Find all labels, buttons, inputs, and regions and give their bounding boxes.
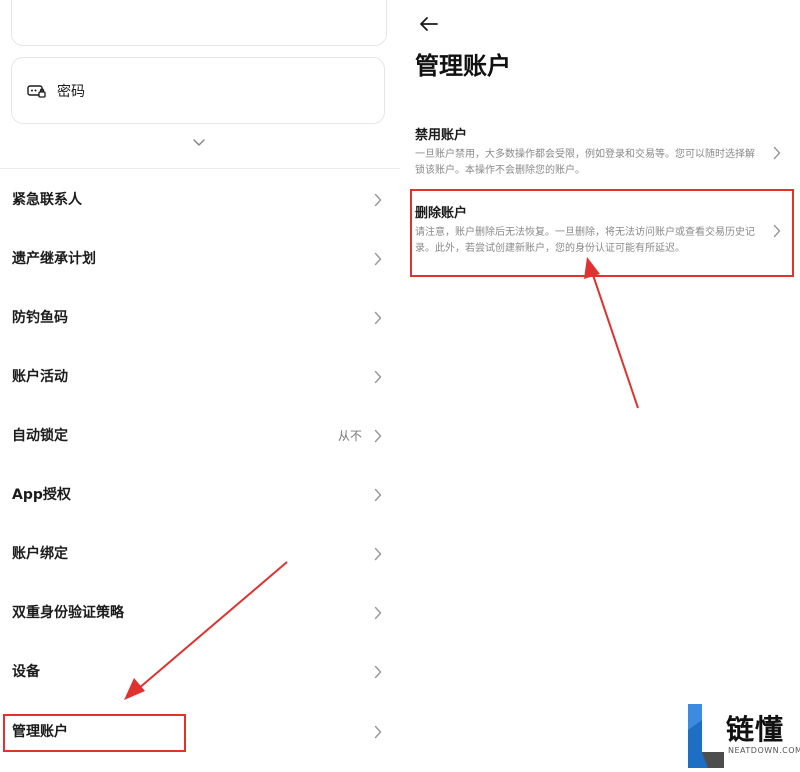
menu-item-label: 设备 xyxy=(12,664,40,680)
chevron-down-icon[interactable] xyxy=(191,134,207,146)
menu-item-auto-lock[interactable]: 自动锁定 从不 xyxy=(0,406,400,464)
menu-item-label: 管理账户 xyxy=(12,724,68,740)
chevron-right-icon xyxy=(773,223,781,237)
disable-account-title: 禁用账户 xyxy=(415,128,468,143)
chevron-right-icon xyxy=(374,605,382,620)
menu-item-label: 紧急联系人 xyxy=(12,192,82,208)
menu-item-label: 双重身份验证策略 xyxy=(12,605,124,621)
menu-item-anti-phishing-code[interactable]: 防钓鱼码 xyxy=(0,288,400,346)
security-card-partial xyxy=(11,0,387,46)
delete-account-option[interactable]: 删除账户 请注意，账户删除后无法恢复。一旦删除，将无法访问账户或查看交易历史记录… xyxy=(415,202,785,257)
security-settings-screen: 密码 紧急联系人 遗产继承计划 防钓鱼码 账户活动 自动锁定 从不 App授权 … xyxy=(0,0,400,772)
watermark-domain: NEATDOWN.COM xyxy=(728,746,800,755)
menu-item-label: App授权 xyxy=(12,487,71,503)
menu-item-manage-account[interactable]: 管理账户 xyxy=(0,702,400,760)
back-arrow-icon[interactable] xyxy=(419,16,439,32)
menu-item-inheritance-plan[interactable]: 遗产继承计划 xyxy=(0,229,400,287)
chevron-right-icon xyxy=(374,369,382,384)
chevron-right-icon xyxy=(374,310,382,325)
menu-item-account-activity[interactable]: 账户活动 xyxy=(0,347,400,405)
manage-account-screen: 管理账户 禁用账户 一旦账户禁用，大多数操作都会受限，例如登录和交易等。您可以随… xyxy=(400,0,800,772)
auto-lock-value: 从不 xyxy=(337,428,362,443)
password-label: 密码 xyxy=(57,83,85,100)
chevron-right-icon xyxy=(374,664,382,679)
menu-item-label: 防钓鱼码 xyxy=(12,310,68,326)
chevron-right-icon xyxy=(374,724,382,739)
password-card[interactable]: 密码 xyxy=(11,57,385,124)
menu-item-2fa-policy[interactable]: 双重身份验证策略 xyxy=(0,583,400,641)
watermark-brand: 链懂 xyxy=(726,713,785,746)
menu-item-devices[interactable]: 设备 xyxy=(0,642,400,700)
menu-item-label: 遗产继承计划 xyxy=(12,251,96,267)
menu-item-label: 自动锁定 xyxy=(12,428,68,444)
delete-account-title: 删除账户 xyxy=(415,206,468,221)
page-title: 管理账户 xyxy=(415,52,511,80)
divider xyxy=(0,168,400,169)
menu-item-app-authorization[interactable]: App授权 xyxy=(0,465,400,523)
chevron-right-icon xyxy=(374,251,382,266)
watermark-logo-icon xyxy=(688,704,724,768)
menu-item-account-binding[interactable]: 账户绑定 xyxy=(0,524,400,582)
password-icon xyxy=(27,83,47,99)
chevron-right-icon xyxy=(374,192,382,207)
chevron-right-icon xyxy=(773,145,781,159)
menu-item-label: 账户绑定 xyxy=(12,546,68,562)
chevron-right-icon xyxy=(374,487,382,502)
chevron-right-icon xyxy=(374,546,382,561)
delete-account-desc: 请注意，账户删除后无法恢复。一旦删除，将无法访问账户或查看交易历史记录。此外，若… xyxy=(415,227,755,254)
disable-account-option[interactable]: 禁用账户 一旦账户禁用，大多数操作都会受限，例如登录和交易等。您可以随时选择解锁… xyxy=(415,124,785,179)
menu-item-emergency-contact[interactable]: 紧急联系人 xyxy=(0,170,400,228)
chevron-right-icon xyxy=(374,428,382,443)
menu-item-label: 账户活动 xyxy=(12,369,68,385)
watermark: 链懂 NEATDOWN.COM xyxy=(686,702,800,768)
disable-account-desc: 一旦账户禁用，大多数操作都会受限，例如登录和交易等。您可以随时选择解锁该账户。本… xyxy=(415,149,755,176)
